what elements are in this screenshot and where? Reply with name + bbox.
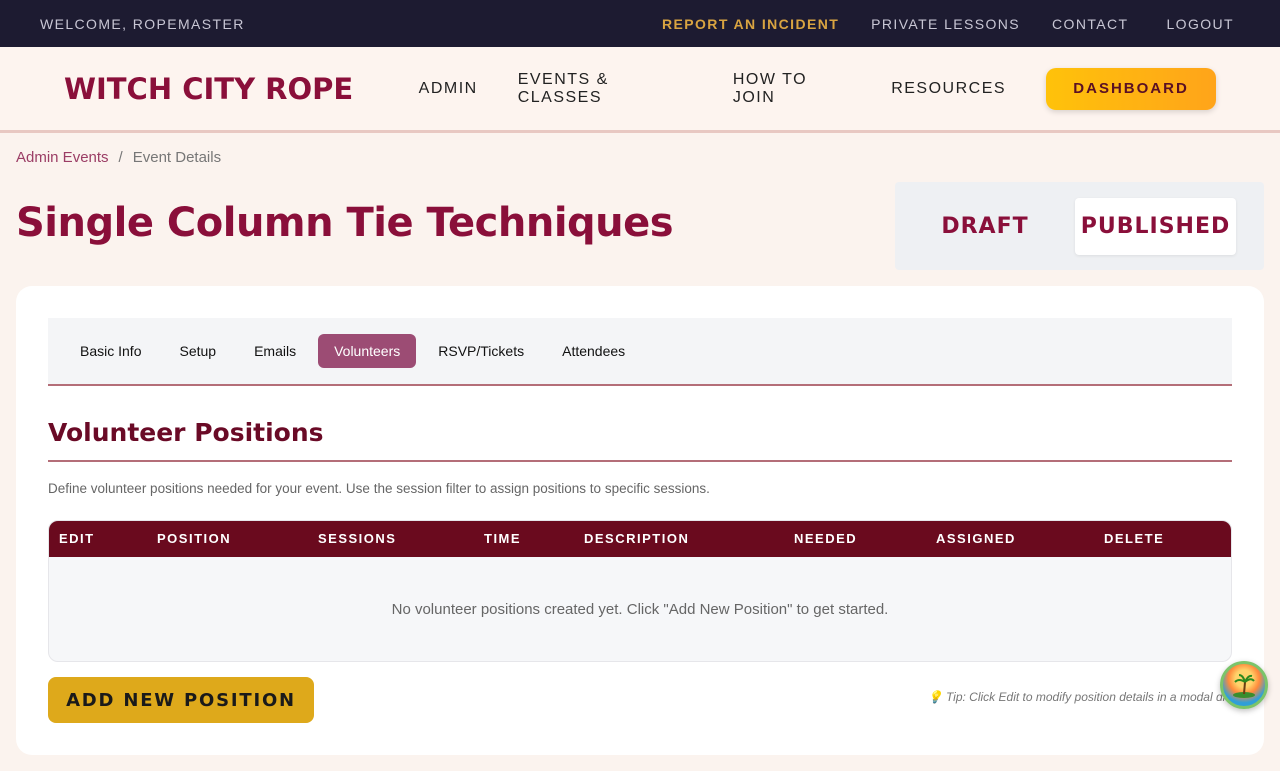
page-title: Single Column Tie Techniques — [16, 200, 674, 246]
utility-links: REPORT AN INCIDENT PRIVATE LESSONS CONTA… — [630, 16, 1240, 32]
column-header-needed: NEEDED — [794, 531, 858, 546]
palm-tree-icon — [1233, 674, 1255, 698]
private-lessons-link[interactable]: PRIVATE LESSONS — [871, 16, 1020, 32]
nav-how-to-join[interactable]: HOW TO JOIN — [733, 71, 851, 107]
contact-link[interactable]: CONTACT — [1052, 16, 1128, 32]
section-title: Volunteer Positions — [48, 418, 324, 447]
status-draft-option[interactable]: DRAFT — [895, 214, 1075, 239]
column-header-delete: DELETE — [1104, 531, 1165, 546]
column-header-time: TIME — [484, 531, 522, 546]
nav-events-classes[interactable]: EVENTS & CLASSES — [518, 71, 693, 107]
beach-island-icon[interactable] — [1220, 661, 1268, 709]
event-tabs: Basic Info Setup Emails Volunteers RSVP/… — [48, 318, 1232, 386]
tab-volunteers[interactable]: Volunteers — [318, 334, 417, 368]
welcome-text: WELCOME, ROPEMASTER — [40, 15, 245, 32]
section-description: Define volunteer positions needed for yo… — [48, 481, 710, 496]
main-nav: ADMIN EVENTS & CLASSES HOW TO JOIN RESOU… — [419, 67, 1216, 110]
column-header-description: DESCRIPTION — [584, 531, 690, 546]
volunteer-positions-table: EDIT POSITION SESSIONS TIME DESCRIPTION … — [48, 520, 1232, 662]
status-toggle: DRAFT PUBLISHED — [895, 182, 1264, 270]
breadcrumb: Admin Events / Event Details — [16, 149, 221, 166]
nav-resources[interactable]: RESOURCES — [891, 80, 1006, 98]
tab-emails[interactable]: Emails — [238, 334, 312, 368]
main-header: WITCH CITY ROPE ADMIN EVENTS & CLASSES H… — [0, 47, 1280, 133]
column-header-position: POSITION — [157, 531, 232, 546]
site-logo[interactable]: WITCH CITY ROPE — [64, 72, 419, 106]
event-details-card: Basic Info Setup Emails Volunteers RSVP/… — [16, 286, 1264, 755]
tab-basic-info[interactable]: Basic Info — [64, 334, 157, 368]
breadcrumb-separator: / — [118, 149, 123, 166]
table-empty-message: No volunteer positions created yet. Clic… — [391, 601, 889, 618]
utility-bar: WELCOME, ROPEMASTER REPORT AN INCIDENT P… — [0, 0, 1280, 47]
report-incident-link[interactable]: REPORT AN INCIDENT — [662, 16, 839, 32]
section-divider — [48, 460, 1232, 462]
tip-text: 💡 Tip: Click Edit to modify position det… — [927, 690, 1248, 704]
logout-link[interactable]: LOGOUT — [1166, 16, 1234, 32]
table-header: EDIT POSITION SESSIONS TIME DESCRIPTION … — [49, 521, 1231, 557]
column-header-sessions: SESSIONS — [318, 531, 397, 546]
breadcrumb-admin-events[interactable]: Admin Events — [16, 149, 109, 166]
status-published-option[interactable]: PUBLISHED — [1075, 197, 1236, 255]
nav-admin[interactable]: ADMIN — [419, 80, 478, 98]
breadcrumb-current: Event Details — [132, 149, 222, 166]
dashboard-button[interactable]: DASHBOARD — [1046, 67, 1216, 110]
add-new-position-button[interactable]: ADD NEW POSITION — [48, 677, 314, 723]
tab-attendees[interactable]: Attendees — [546, 334, 641, 368]
column-header-assigned: ASSIGNED — [936, 531, 1016, 546]
tab-rsvp-tickets[interactable]: RSVP/Tickets — [422, 334, 540, 368]
column-header-edit: EDIT — [59, 531, 95, 546]
tab-setup[interactable]: Setup — [163, 334, 232, 368]
